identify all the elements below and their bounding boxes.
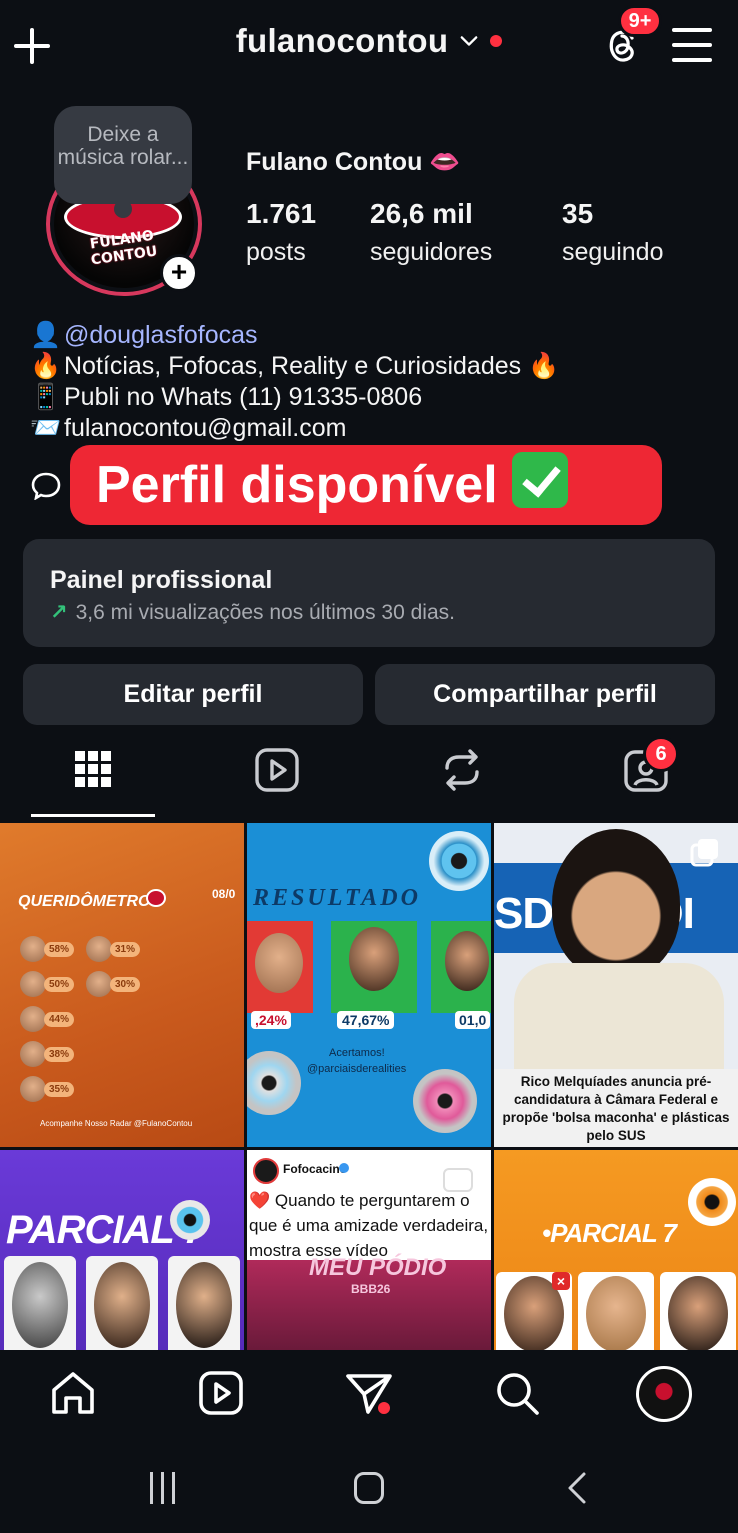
posts-label[interactable]: posts: [246, 238, 306, 267]
post3-caption: Rico Melquíades anuncia pré-candidatura …: [494, 1069, 738, 1147]
bio-line-topics: 🔥 Notícias, Fofocas, Reality e Curiosidad…: [30, 351, 559, 382]
post-thumbnail-2[interactable]: RESULTADO ,24% 47,67% 01,0 Acertamos! @p…: [247, 823, 491, 1147]
threads-link-icon[interactable]: [30, 470, 70, 500]
username: fulanocontou: [235, 22, 449, 59]
reposts-tab-icon[interactable]: [437, 745, 487, 795]
post6-title: •PARCIAL 7: [542, 1218, 677, 1248]
following-count[interactable]: 35: [562, 198, 593, 230]
dashboard-subtitle: ↗ 3,6 mi visualizações nos últimos 30 dia…: [50, 600, 455, 625]
fire-icon: 🔥: [30, 352, 62, 380]
post5-sub2: BBB26: [351, 1282, 391, 1296]
eye-logo-icon: [429, 831, 489, 891]
envelope-icon: 📨: [30, 414, 62, 442]
post-thumbnail-1[interactable]: QUERIDÔMETRO 08/0 58% 50% 44% 38% 35% 31…: [0, 823, 244, 1147]
post5-sub1: MEU PÓDIO: [309, 1254, 447, 1281]
close-icon: ×: [552, 1272, 570, 1290]
post2-title: RESULTADO: [253, 885, 421, 911]
pct: 31%: [110, 942, 141, 957]
overlay-banner: Perfil disponível: [70, 445, 662, 525]
reels-icon[interactable]: [196, 1368, 246, 1418]
back-icon[interactable]: [564, 1470, 590, 1506]
post5-text: ❤️ Quando te perguntarem o que é uma ami…: [249, 1191, 489, 1260]
pct: 44%: [44, 1012, 75, 1027]
grid-tab-icon[interactable]: [68, 745, 118, 795]
tagged-badge: 6: [643, 736, 679, 772]
eye-logo-icon: [170, 1200, 210, 1240]
menu-icon[interactable]: [672, 28, 712, 62]
search-icon[interactable]: [492, 1368, 542, 1418]
post2-right: 01,0: [455, 1011, 491, 1029]
post2-caption2: @parciaisderealities: [307, 1063, 407, 1075]
profile-tab-avatar[interactable]: [636, 1366, 692, 1422]
post2-mid: 47,67%: [337, 1011, 395, 1029]
chevron-down-icon: [460, 36, 478, 46]
reels-tab-icon[interactable]: [252, 745, 302, 795]
person-icon: 👤: [30, 321, 62, 349]
followers-label[interactable]: seguidores: [370, 238, 492, 267]
recent-apps-icon[interactable]: [148, 1472, 178, 1504]
share-profile-button[interactable]: Compartilhar perfil: [375, 664, 715, 725]
home-button-icon[interactable]: [354, 1472, 384, 1504]
person-photo: [552, 829, 680, 979]
bio-line-phone: 📱 Publi no Whats (11) 91335-0806: [30, 382, 422, 413]
following-label[interactable]: seguindo: [562, 238, 663, 267]
post1-title: QUERIDÔMETRO: [18, 893, 151, 910]
trend-arrow-icon: ↗: [50, 601, 68, 624]
heart-icon: [146, 889, 166, 907]
post2-left: ,24%: [251, 1011, 291, 1029]
profile-note[interactable]: Deixe a música rolar...: [54, 106, 192, 218]
bio-topics-text: Notícias, Fofocas, Reality e Curiosidade…: [64, 352, 560, 380]
post5-account: Fofocacine: [283, 1162, 347, 1176]
bio-line-email: 📨 fulanocontou@gmail.com: [30, 413, 346, 444]
verified-icon: [339, 1163, 349, 1173]
active-tab-indicator: [31, 814, 155, 817]
add-story-button[interactable]: +: [160, 254, 198, 292]
profile-name: Fulano Contou 👄: [246, 148, 461, 176]
post1-date: 08/0: [212, 887, 236, 901]
post2-caption1: Acertamos!: [329, 1047, 385, 1059]
bio-email-text: fulanocontou@gmail.com: [64, 414, 347, 442]
bio-phone-text: Publi no Whats (11) 91335-0806: [64, 383, 423, 411]
pct: 35%: [44, 1082, 75, 1097]
followers-count[interactable]: 26,6 mil: [370, 198, 473, 230]
fofocacine-avatar: [253, 1158, 279, 1184]
pct: 30%: [110, 977, 141, 992]
direct-messages-icon[interactable]: [344, 1368, 394, 1418]
phone-icon: 📱: [30, 383, 62, 411]
posts-count[interactable]: 1.761: [246, 198, 316, 230]
bio-line-mention: 👤 @douglasfofocas: [30, 320, 258, 351]
top-bar: fulanocontou 9+: [0, 0, 738, 92]
dashboard-views-text: 3,6 mi visualizações nos últimos 30 dias…: [75, 601, 455, 624]
pct: 50%: [44, 977, 75, 992]
post1-footer: Acompanhe Nosso Radar @FulanoContou: [40, 1119, 193, 1128]
mention-link[interactable]: @douglasfofocas: [64, 321, 258, 349]
pct: 58%: [44, 942, 75, 957]
video-icon: [443, 1168, 473, 1192]
post-thumbnail-3[interactable]: SDB PSDI Rico Melquíades anuncia pré-can…: [494, 823, 738, 1147]
notification-dot: [490, 35, 503, 47]
edit-profile-button[interactable]: Editar perfil: [23, 664, 363, 725]
check-mark-icon: [511, 452, 568, 508]
home-icon[interactable]: [48, 1368, 98, 1418]
pct: 38%: [44, 1047, 75, 1062]
eye-logo-icon: [688, 1178, 736, 1226]
carousel-icon: [690, 839, 718, 867]
dashboard-title: Painel profissional: [50, 566, 273, 594]
threads-badge: 9+: [618, 5, 662, 37]
banner-text: Perfil disponível: [96, 456, 498, 514]
